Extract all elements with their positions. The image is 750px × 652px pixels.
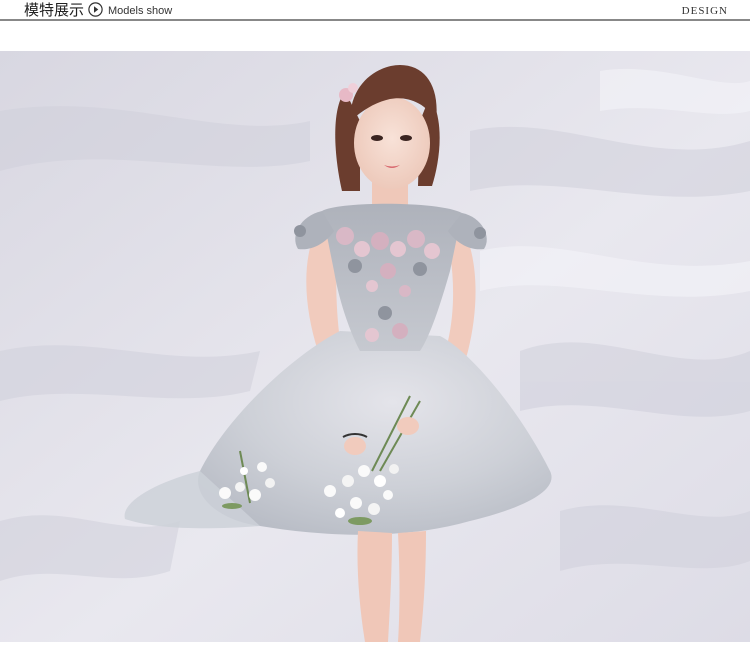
product-page: 模特展示 Models show DESIGN (0, 0, 750, 652)
header-divider (0, 19, 750, 21)
play-circle-icon (88, 2, 103, 17)
model-photo (0, 51, 750, 642)
section-header: 模特展示 Models show DESIGN (0, 0, 750, 21)
section-title-cn: 模特展示 (24, 1, 85, 19)
section-title-en: Models show (108, 5, 173, 17)
design-label: DESIGN (681, 5, 728, 17)
